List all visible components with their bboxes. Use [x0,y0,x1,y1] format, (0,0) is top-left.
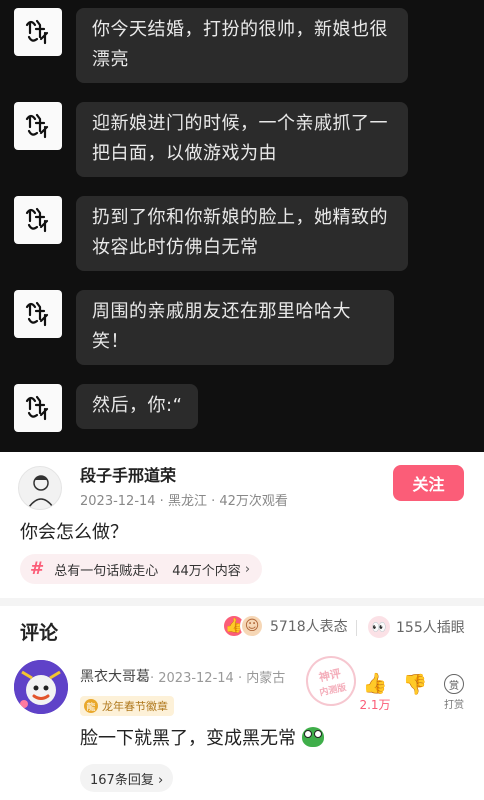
chat-bubble: 你今天结婚，打扮的很帅，新娘也很漂亮 [76,8,408,83]
commenter-name[interactable]: 黑衣大哥葛 [80,666,150,686]
calligraphy-logo-icon [25,395,49,421]
tip-button[interactable]: 赏 打赏 [440,674,468,711]
chat-avatar[interactable] [14,384,62,432]
comment-text: 脸一下就黑了，变成黑无常 [80,728,296,749]
frog-emoji-icon [302,727,324,747]
cartoon-avatar-icon [14,660,68,714]
topic-title: 总有一句话贼走心 [54,563,159,579]
smile-face-icon: ☺ [240,614,264,638]
thumbs-down-icon: 👎 [402,672,428,696]
chat-message: 你今天结婚，打扮的很帅，新娘也很漂亮 [14,8,408,83]
chat-bubble: 然后，你:“ [76,384,199,429]
person-sketch-icon [28,475,54,508]
calligraphy-logo-icon [25,113,49,139]
tip-label: 打赏 [444,700,464,711]
comment-meta: · 2023-12-14 · 内蒙古 [150,671,286,686]
topic-chip[interactable]: # 总有一句话贼走心 44万个内容 › [20,554,263,584]
like-button[interactable]: 👍 2.1万 [358,672,392,713]
follow-button[interactable]: 关注 [393,465,464,501]
chat-message: 周围的亲戚朋友还在那里哈哈大笑！ [14,290,394,365]
reactions-count: 5718人表态 [270,619,348,635]
calligraphy-logo-icon [25,207,49,233]
comment-text-row: 脸一下就黑了，变成黑无常 [80,724,324,750]
achievement-badge[interactable]: 龍 龙年春节徽章 [80,696,174,716]
coin-icon: 赏 [444,674,464,694]
like-count: 2.1万 [359,698,391,712]
chat-message: 然后，你:“ [14,384,199,432]
featured-comment-stamp: 神评 内测版 [301,651,361,711]
eyes-icon: 👀 [368,616,390,638]
chat-avatar[interactable] [14,102,62,150]
dislike-button[interactable]: 👎 [402,672,428,696]
separator [356,620,357,636]
thumbs-up-icon: 👍 [362,671,388,695]
reactions-summary[interactable]: 👍 ☺ 5718人表态 [222,614,348,638]
dragon-icon: 龍 [84,699,98,713]
author-name[interactable]: 段子手邢道荣 [80,462,176,486]
eyes-summary[interactable]: 👀 155人插眼 [368,616,465,638]
chat-message: 迎新娘进门的时候，一个亲戚抓了一把白面，以做游戏为由 [14,102,408,177]
chat-area: 你今天结婚，打扮的很帅，新娘也很漂亮 迎新娘进门的时候，一个亲戚抓了一把白面，以… [0,0,484,452]
eyes-count: 155人插眼 [396,620,465,636]
chat-avatar[interactable] [14,290,62,338]
calligraphy-logo-icon [25,301,49,327]
calligraphy-logo-icon [25,19,49,45]
post-question: 你会怎么做？ [20,522,128,543]
replies-button[interactable]: 167条回复 › [80,764,174,792]
topic-count: 44万个内容 [172,563,241,579]
author-avatar[interactable] [18,466,62,510]
commenter-avatar[interactable] [14,660,68,714]
hashtag-icon: # [30,559,45,579]
badge-label: 龙年春节徽章 [102,700,168,713]
chat-bubble: 扔到了你和你新娘的脸上，她精致的妆容此时仿佛白无常 [76,196,408,271]
chat-avatar[interactable] [14,8,62,56]
section-divider [0,598,484,606]
comments-title: 评论 [20,622,59,644]
chat-avatar[interactable] [14,196,62,244]
chat-message: 扔到了你和你新娘的脸上，她精致的妆容此时仿佛白无常 [14,196,408,271]
chat-bubble: 周围的亲戚朋友还在那里哈哈大笑！ [76,290,394,365]
chat-bubble: 迎新娘进门的时候，一个亲戚抓了一把白面，以做游戏为由 [76,102,408,177]
chevron-right-icon: › [244,561,251,577]
post-meta: 2023-12-14 · 黑龙江 · 42万次观看 [80,494,288,509]
